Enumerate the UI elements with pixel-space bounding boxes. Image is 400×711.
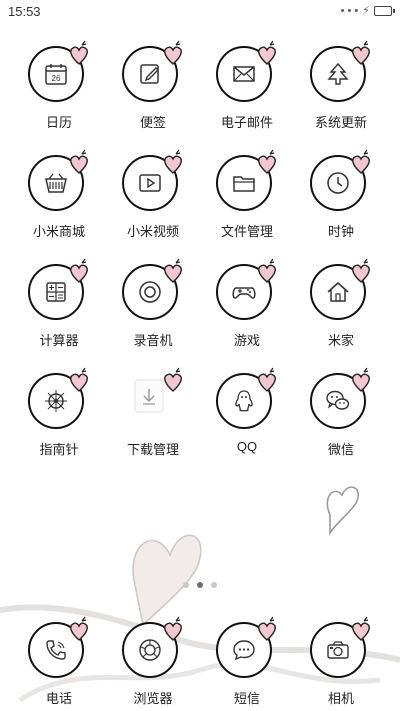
heart-badge-icon bbox=[258, 258, 276, 283]
app-phone[interactable]: 电话 bbox=[12, 612, 106, 711]
app-video[interactable]: 小米视频 bbox=[106, 145, 200, 254]
app-label: 短信 bbox=[233, 691, 260, 706]
heart-badge-icon bbox=[164, 40, 182, 65]
page-dot[interactable] bbox=[183, 582, 189, 588]
app-label: 录音机 bbox=[133, 333, 173, 348]
app-camera[interactable]: 相机 bbox=[294, 612, 388, 711]
heart-badge-icon bbox=[164, 616, 182, 641]
page-indicator bbox=[0, 582, 400, 588]
app-label: 电子邮件 bbox=[220, 115, 273, 130]
app-label: 系统更新 bbox=[314, 115, 367, 130]
download-icon bbox=[134, 379, 164, 413]
heart-badge-icon bbox=[164, 149, 182, 174]
app-notes[interactable]: 便签 bbox=[106, 36, 200, 145]
app-label: 计算器 bbox=[39, 333, 79, 348]
heart-badge-icon bbox=[352, 149, 370, 174]
app-label: 游戏 bbox=[233, 333, 260, 348]
app-label: 日历 bbox=[45, 115, 72, 130]
app-compass[interactable]: 指南针 bbox=[12, 363, 106, 472]
app-updater[interactable]: 系统更新 bbox=[294, 36, 388, 145]
app-calculator[interactable]: 计算器 bbox=[12, 254, 106, 363]
app-mall[interactable]: 小米商城 bbox=[12, 145, 106, 254]
app-label: 相机 bbox=[327, 691, 354, 706]
app-downloads[interactable]: 下载管理 bbox=[106, 363, 200, 472]
app-recorder[interactable]: 录音机 bbox=[106, 254, 200, 363]
app-label: 时钟 bbox=[327, 224, 354, 239]
heart-badge-icon bbox=[70, 149, 88, 174]
app-wechat[interactable]: 微信 bbox=[294, 363, 388, 472]
app-label: 电话 bbox=[45, 691, 72, 706]
heart-badge-icon bbox=[352, 40, 370, 65]
heart-badge-icon bbox=[70, 367, 88, 392]
app-calendar[interactable]: 26 日历 bbox=[12, 36, 106, 145]
heart-badge-icon bbox=[352, 367, 370, 392]
app-label: QQ bbox=[236, 439, 258, 454]
app-games[interactable]: 游戏 bbox=[200, 254, 294, 363]
app-browser[interactable]: 浏览器 bbox=[106, 612, 200, 711]
app-files[interactable]: 文件管理 bbox=[200, 145, 294, 254]
app-label: 微信 bbox=[327, 442, 354, 457]
app-label: 下载管理 bbox=[126, 442, 179, 457]
heart-badge-icon bbox=[258, 149, 276, 174]
app-grid: 26 日历 便签 电子邮件 系统更新 小米商城 小米视频 文件管理 时钟 计算器… bbox=[12, 36, 388, 472]
app-label: 文件管理 bbox=[220, 224, 273, 239]
app-qq[interactable]: QQ bbox=[200, 363, 294, 472]
app-clock[interactable]: 时钟 bbox=[294, 145, 388, 254]
calendar-date: 26 bbox=[52, 74, 61, 83]
app-label: 指南针 bbox=[39, 442, 79, 457]
app-label: 小米商城 bbox=[32, 224, 85, 239]
app-sms[interactable]: 短信 bbox=[200, 612, 294, 711]
app-mihome[interactable]: 米家 bbox=[294, 254, 388, 363]
dock: 电话 浏览器 短信 相机 bbox=[12, 612, 388, 711]
heart-badge-icon bbox=[70, 40, 88, 65]
heart-badge-icon bbox=[70, 258, 88, 283]
heart-badge-icon bbox=[352, 616, 370, 641]
heart-badge-icon bbox=[164, 367, 182, 392]
app-label: 浏览器 bbox=[133, 691, 173, 706]
heart-badge-icon bbox=[70, 616, 88, 641]
app-email[interactable]: 电子邮件 bbox=[200, 36, 294, 145]
heart-badge-icon bbox=[258, 367, 276, 392]
heart-badge-icon bbox=[258, 40, 276, 65]
page-dot-active[interactable] bbox=[197, 582, 203, 588]
heart-badge-icon bbox=[164, 258, 182, 283]
app-label: 便签 bbox=[139, 115, 166, 130]
app-label: 小米视频 bbox=[126, 224, 179, 239]
app-label: 米家 bbox=[327, 333, 354, 348]
page-dot[interactable] bbox=[211, 582, 217, 588]
heart-badge-icon bbox=[258, 616, 276, 641]
heart-badge-icon bbox=[352, 258, 370, 283]
